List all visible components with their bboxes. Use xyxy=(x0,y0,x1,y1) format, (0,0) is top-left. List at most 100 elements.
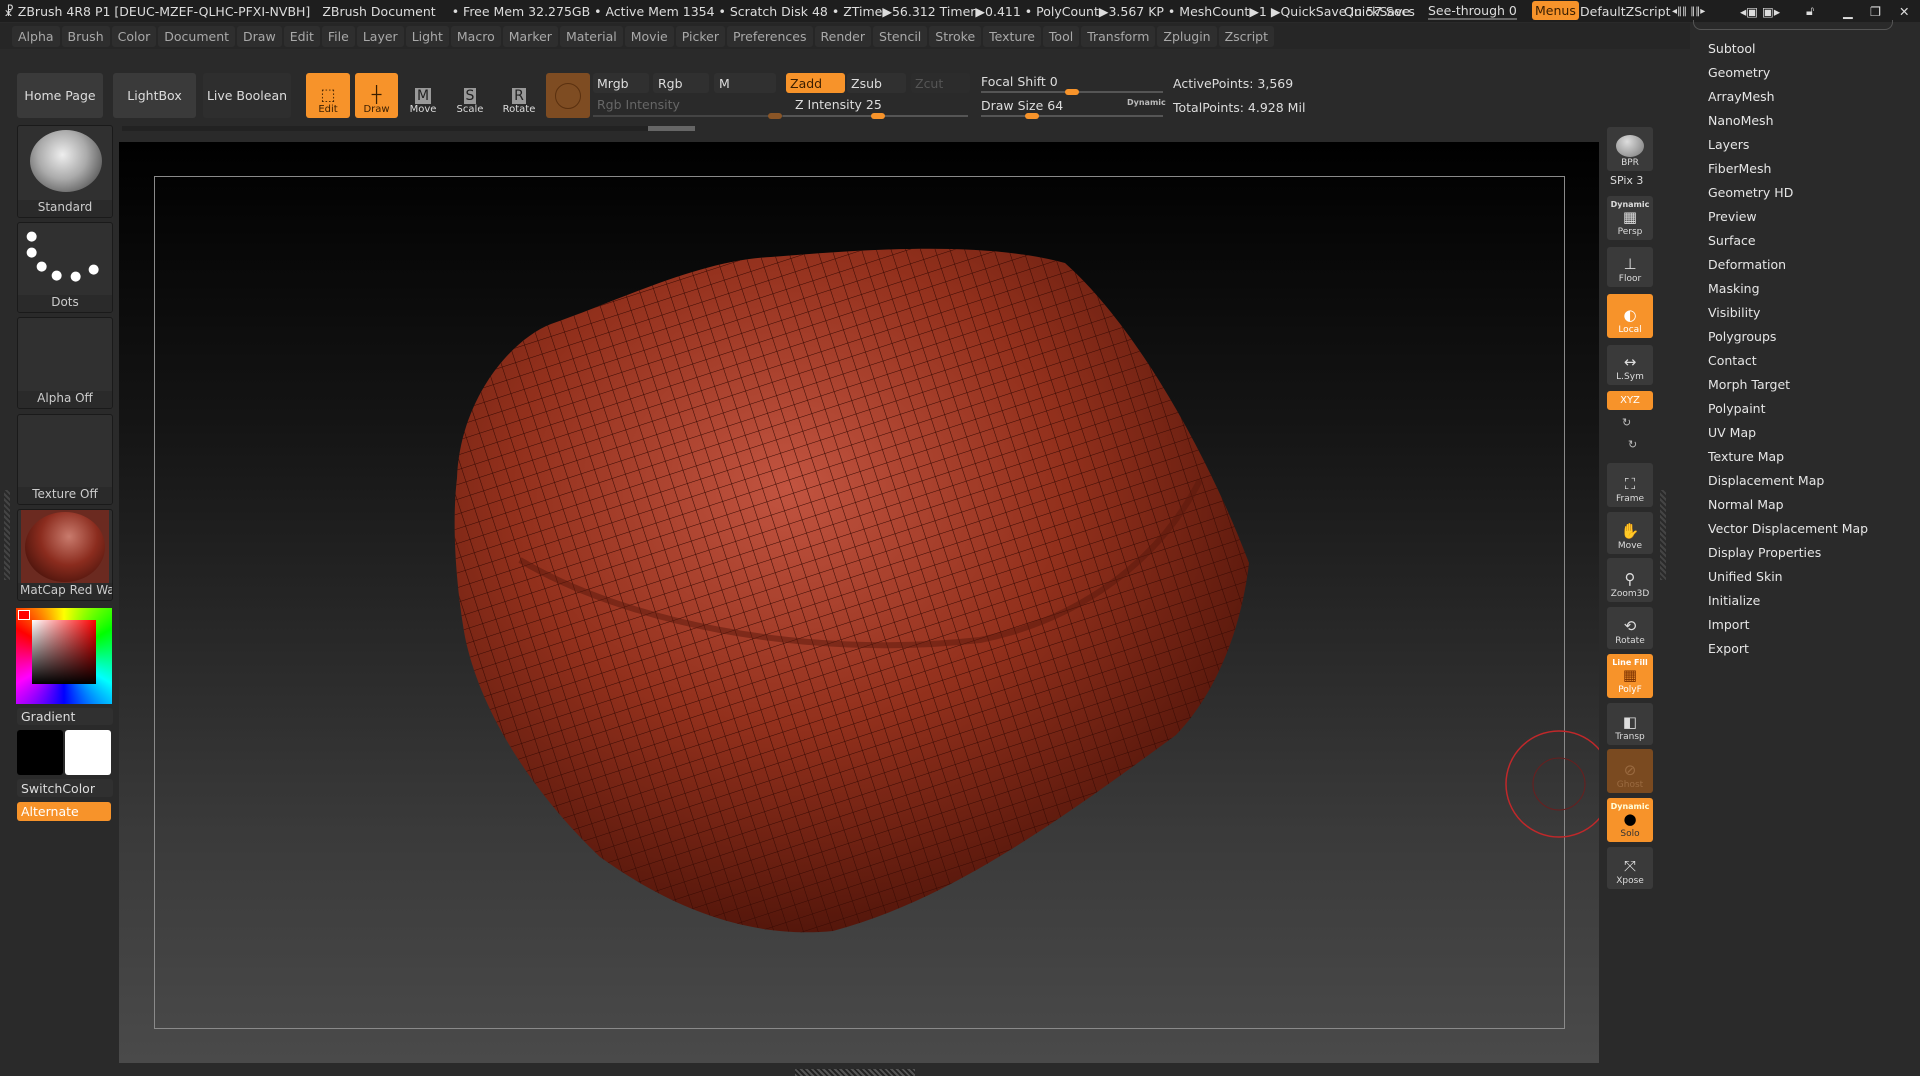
lightbox-button[interactable]: LightBox xyxy=(113,73,196,118)
menu-macro[interactable]: Macro xyxy=(450,25,501,47)
bottom-shelf-collapse-handle[interactable] xyxy=(795,1069,915,1076)
tray-item-preview[interactable]: Preview xyxy=(1708,209,1757,224)
zadd-button[interactable]: Zadd xyxy=(786,73,845,93)
menu-transform[interactable]: Transform xyxy=(1081,25,1156,47)
rgb-intensity-slider[interactable] xyxy=(593,113,783,119)
tray-item-normal-map[interactable]: Normal Map xyxy=(1708,497,1784,512)
tray-item-displacement-map[interactable]: Displacement Map xyxy=(1708,473,1824,488)
menu-movie[interactable]: Movie xyxy=(624,25,674,47)
gradient-button[interactable]: Gradient xyxy=(17,708,113,725)
menu-picker[interactable]: Picker xyxy=(675,25,725,47)
menu-draw[interactable]: Draw xyxy=(237,25,282,47)
transp-button[interactable]: ◧ Transp xyxy=(1607,703,1653,745)
bpr-button[interactable]: BPR xyxy=(1607,127,1653,171)
tray-item-layers[interactable]: Layers xyxy=(1708,137,1749,152)
menu-zscript[interactable]: Zscript xyxy=(1218,25,1275,47)
menu-light[interactable]: Light xyxy=(405,25,449,47)
m-button[interactable]: M xyxy=(714,73,776,93)
stroke-thumbnail[interactable]: ● ● ● ● ● ● Dots xyxy=(17,222,113,313)
polyf-button[interactable]: Line Fill ▦ PolyF xyxy=(1607,654,1653,698)
tray-item-contact[interactable]: Contact xyxy=(1708,353,1757,368)
rotate-z-icon[interactable]: ↻ xyxy=(1628,438,1637,451)
menu-texture[interactable]: Texture xyxy=(983,25,1041,47)
ghost-button[interactable]: ⊘ Ghost xyxy=(1607,749,1653,793)
tray-item-geometry-hd[interactable]: Geometry HD xyxy=(1708,185,1793,200)
draw-button[interactable]: ┼ Draw xyxy=(355,73,398,118)
material-swatch-button[interactable] xyxy=(546,73,590,118)
tray-item-polygroups[interactable]: Polygroups xyxy=(1708,329,1776,344)
tray-item-unified-skin[interactable]: Unified Skin xyxy=(1708,569,1783,584)
zoom3d-button[interactable]: ⚲ Zoom3D xyxy=(1607,558,1653,602)
z-intensity-slider[interactable] xyxy=(783,113,968,119)
menu-brush[interactable]: Brush xyxy=(61,25,110,47)
solo-button[interactable]: Dynamic ● Solo xyxy=(1607,798,1653,842)
tray-item-initialize[interactable]: Initialize xyxy=(1708,593,1760,608)
live-boolean-button[interactable]: Live Boolean xyxy=(203,73,291,118)
rotate-xyz-button[interactable]: XYZ xyxy=(1607,391,1653,410)
local-button[interactable]: ◐ Local xyxy=(1607,294,1653,338)
home-page-button[interactable]: Home Page xyxy=(17,73,103,118)
menu-file[interactable]: File xyxy=(321,25,355,47)
scale-button[interactable]: S Scale xyxy=(451,73,489,118)
tray-item-surface[interactable]: Surface xyxy=(1708,233,1756,248)
menu-document[interactable]: Document xyxy=(158,25,236,47)
switch-color-button[interactable]: SwitchColor xyxy=(17,779,113,797)
tray-item-display-properties[interactable]: Display Properties xyxy=(1708,545,1821,560)
tray-item-export[interactable]: Export xyxy=(1708,641,1749,656)
tray-item-visibility[interactable]: Visibility xyxy=(1708,305,1760,320)
tray-item-polypaint[interactable]: Polypaint xyxy=(1708,401,1766,416)
draw-size-slider[interactable] xyxy=(981,113,1163,119)
secondary-color-swatch[interactable] xyxy=(65,730,111,775)
rotate-y-icon[interactable]: ↻ xyxy=(1622,416,1631,429)
alpha-thumbnail[interactable]: Alpha Off xyxy=(17,317,113,409)
material-thumbnail[interactable]: MatCap Red Wax xyxy=(17,509,113,601)
rotate-view-button[interactable]: ⟲ Rotate xyxy=(1607,607,1653,649)
frame-button[interactable]: ⛶ Frame xyxy=(1607,463,1653,507)
tray-item-texture-map[interactable]: Texture Map xyxy=(1708,449,1784,464)
tray-item-import[interactable]: Import xyxy=(1708,617,1750,632)
tray-item-subtool[interactable]: Subtool xyxy=(1708,41,1755,56)
zcut-button[interactable]: Zcut xyxy=(911,73,970,93)
tray-item-uv-map[interactable]: UV Map xyxy=(1708,425,1756,440)
tray-item-geometry[interactable]: Geometry xyxy=(1708,65,1770,80)
xpose-button[interactable]: ⤧ Xpose xyxy=(1607,847,1653,889)
menu-color[interactable]: Color xyxy=(111,25,157,47)
close-icon[interactable]: ✕ xyxy=(1899,4,1909,19)
see-through-slider[interactable]: See-through 0 xyxy=(1428,3,1517,20)
menu-preferences[interactable]: Preferences xyxy=(726,25,813,47)
zsub-button[interactable]: Zsub xyxy=(847,73,906,93)
canvas-viewport[interactable] xyxy=(119,142,1599,1063)
sculpt-mesh[interactable] xyxy=(119,142,1599,1063)
dynamic-toggle[interactable]: Dynamic xyxy=(1127,98,1166,107)
texture-thumbnail[interactable]: Texture Off xyxy=(17,414,113,505)
lsym-button[interactable]: ↔ L.Sym xyxy=(1607,345,1653,385)
menu-alpha[interactable]: Alpha xyxy=(12,25,60,47)
right-shelf-collapse-handle[interactable] xyxy=(1660,490,1666,580)
alternate-button[interactable]: Alternate xyxy=(17,802,111,821)
restore-icon[interactable]: ❐ xyxy=(1870,4,1881,19)
move-view-button[interactable]: ✋ Move xyxy=(1607,512,1653,554)
menu-stroke[interactable]: Stroke xyxy=(929,25,982,47)
tray-item-arraymesh[interactable]: ArrayMesh xyxy=(1708,89,1775,104)
mrgb-button[interactable]: Mrgb xyxy=(593,73,649,93)
menu-layer[interactable]: Layer xyxy=(356,25,404,47)
menu-marker[interactable]: Marker xyxy=(502,25,558,47)
tray-item-nanomesh[interactable]: NanoMesh xyxy=(1708,113,1774,128)
tray-arrows-icon[interactable]: ◂‖‖ ‖‖▸ xyxy=(1672,6,1705,17)
minimize-icon[interactable]: ▁ xyxy=(1843,4,1853,19)
layout-icon[interactable]: ◂▣ ▣▸ xyxy=(1740,4,1780,19)
tray-item-masking[interactable]: Masking xyxy=(1708,281,1760,296)
default-zscript-button[interactable]: DefaultZScript xyxy=(1580,4,1671,19)
focal-shift-slider[interactable] xyxy=(981,89,1163,95)
lock-icon[interactable]: 🔓︎ xyxy=(1806,3,1814,19)
edit-button[interactable]: ⬚ Edit xyxy=(306,73,350,118)
left-shelf-collapse-handle[interactable] xyxy=(4,490,10,580)
persp-button[interactable]: Dynamic ▦ Persp xyxy=(1607,196,1653,240)
menu-material[interactable]: Material xyxy=(559,25,623,47)
rotate-button[interactable]: R Rotate xyxy=(497,73,541,118)
tray-item-fibermesh[interactable]: FiberMesh xyxy=(1708,161,1771,176)
menu-edit[interactable]: Edit xyxy=(283,25,320,47)
color-picker[interactable] xyxy=(16,608,112,704)
quicksave-button[interactable]: QuickSave xyxy=(1344,4,1410,19)
floor-button[interactable]: ⊥ Floor xyxy=(1607,247,1653,287)
